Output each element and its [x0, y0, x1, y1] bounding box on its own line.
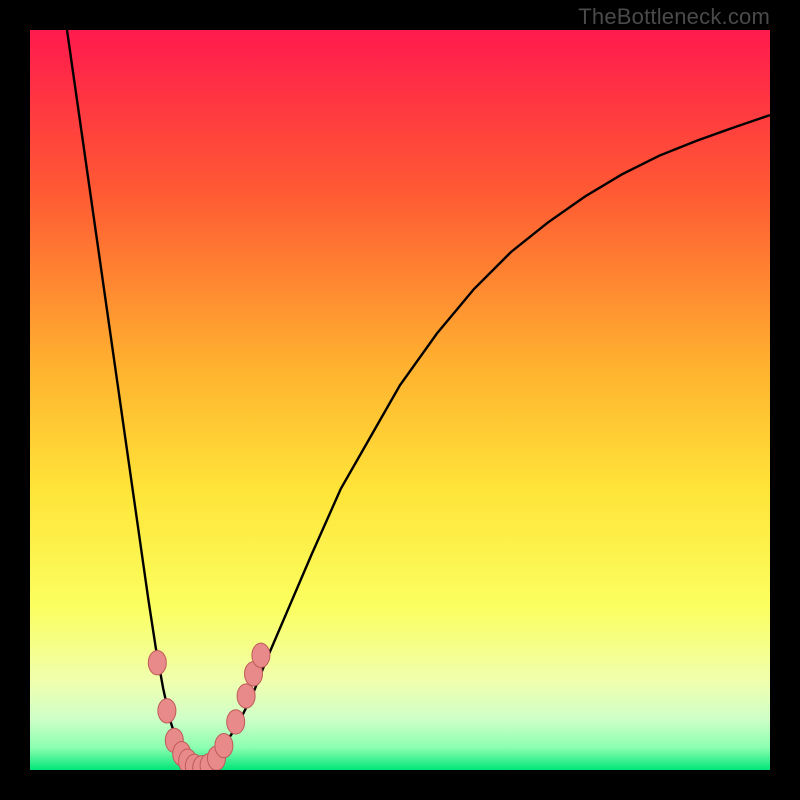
- bottleneck-chart: [30, 30, 770, 770]
- data-marker: [227, 710, 245, 734]
- data-marker: [215, 733, 233, 757]
- watermark-text: TheBottleneck.com: [578, 4, 770, 30]
- data-marker: [252, 643, 270, 667]
- data-marker: [237, 684, 255, 708]
- chart-container: TheBottleneck.com: [0, 0, 800, 800]
- data-marker: [148, 651, 166, 675]
- heat-gradient-bg: [30, 30, 770, 770]
- plot-area: [30, 30, 770, 770]
- data-marker: [158, 699, 176, 723]
